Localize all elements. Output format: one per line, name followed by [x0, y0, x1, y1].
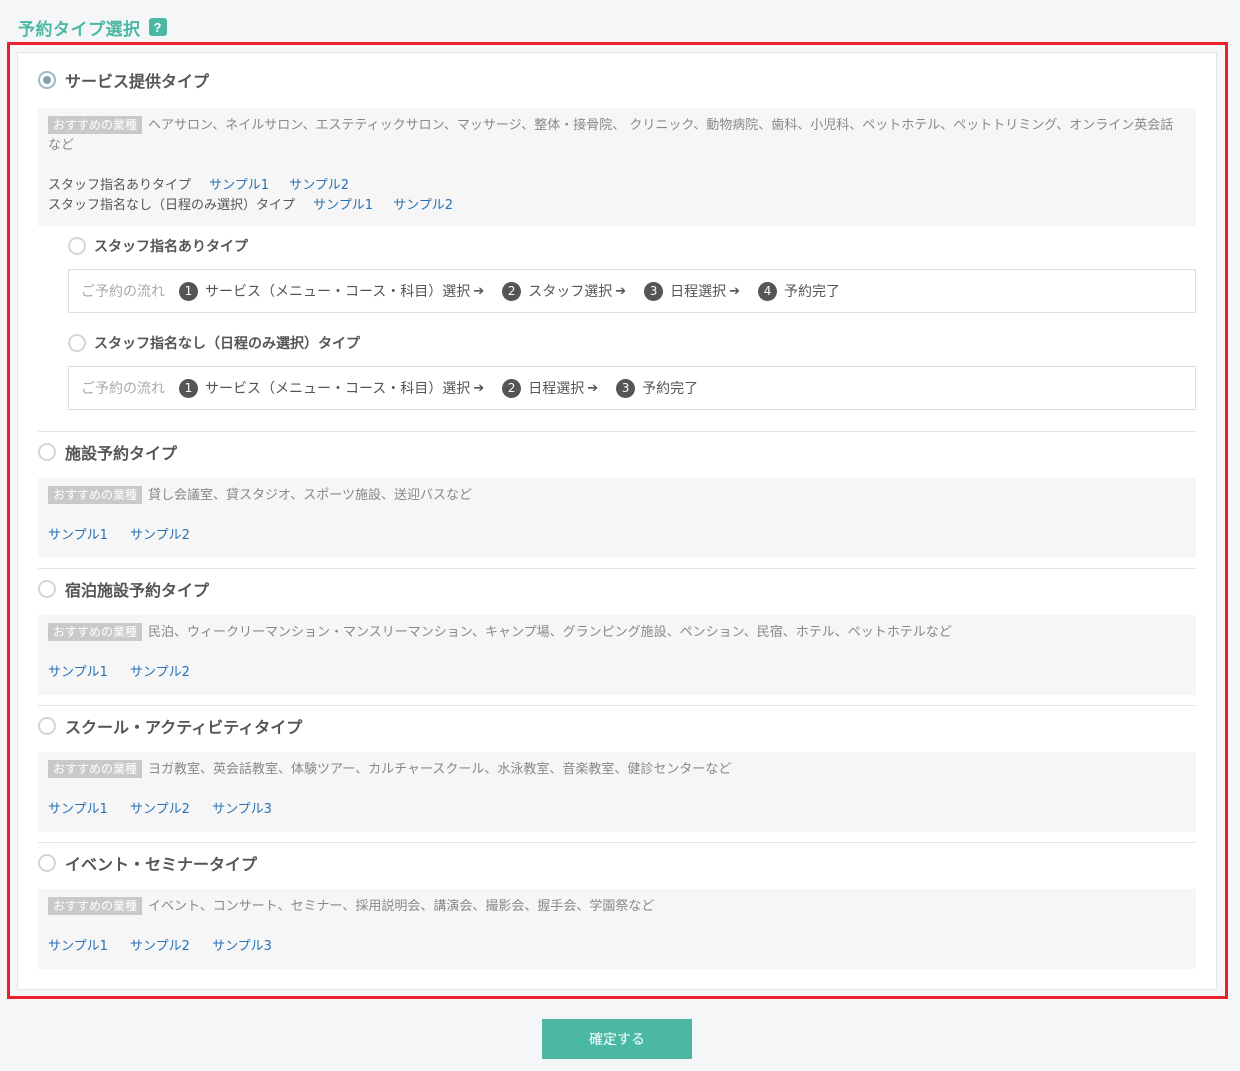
sample-link-2[interactable]: サンプル2: [130, 939, 190, 954]
option-event-type[interactable]: イベント・セミナータイプ: [38, 851, 257, 875]
school-type-industries: ヨガ教室、英会話教室、体験ツアー、カルチャースクール、水泳教室、音楽教室、健診セ…: [148, 762, 732, 777]
facility-sample-links: サンプル1 サンプル2: [48, 526, 196, 546]
school-type-title: スクール・アクティビティタイプ: [65, 718, 303, 737]
arrow-right-icon: ➔: [615, 283, 627, 299]
event-type-recommended: おすすめの業種 イベント、コンサート、セミナー、採用説明会、講演会、撮影会、握手会…: [48, 897, 1186, 917]
with-staff-radio[interactable]: [68, 237, 86, 255]
no-staff-title: スタッフ指名なし（日程のみ選択）タイプ: [94, 336, 360, 352]
sample-link-1[interactable]: サンプル1: [48, 939, 108, 954]
sample-link-1[interactable]: サンプル1: [48, 802, 108, 817]
no-staff-radio[interactable]: [68, 334, 86, 352]
lodging-type-recommended: おすすめの業種 民泊、ウィークリーマンション・マンスリーマンション、キャンプ場、グ…: [48, 623, 1186, 643]
facility-type-title: 施設予約タイプ: [65, 444, 178, 463]
school-type-recommended: おすすめの業種 ヨガ教室、英会話教室、体験ツアー、カルチャースクール、水泳教室、音…: [48, 760, 1186, 780]
arrow-right-icon: ➔: [729, 283, 741, 299]
sample-row-no-staff: スタッフ指名なし（日程のみ選択）タイプ サンプル1 サンプル2: [48, 196, 459, 216]
sample-row-label: スタッフ指名なし（日程のみ選択）タイプ: [48, 198, 296, 213]
sample-link-3[interactable]: サンプル3: [212, 939, 272, 954]
step-number: 3: [616, 378, 636, 398]
event-sample-links: サンプル1 サンプル2 サンプル3: [48, 937, 278, 957]
sample-row-with-staff: スタッフ指名ありタイプ サンプル1 サンプル2: [48, 176, 355, 196]
step-number: 4: [758, 281, 778, 301]
section-header: 予約タイプ選択 ?: [18, 14, 167, 40]
event-type-title: イベント・セミナータイプ: [65, 855, 258, 874]
option-lodging-type[interactable]: 宿泊施設予約タイプ: [38, 577, 209, 601]
arrow-right-icon: ➔: [587, 380, 599, 396]
sample-link-2[interactable]: サンプル2: [393, 198, 453, 213]
step-text: サービス（メニュー・コース・科目）選択: [205, 284, 471, 300]
confirm-button[interactable]: 確定する: [542, 1019, 692, 1059]
lodging-type-info: おすすめの業種 民泊、ウィークリーマンション・マンスリーマンション、キャンプ場、グ…: [38, 615, 1196, 695]
lodging-type-radio[interactable]: [38, 580, 56, 598]
flow-label: ご予約の流れ: [81, 381, 165, 397]
sample-link-1[interactable]: サンプル1: [313, 198, 373, 213]
service-type-radio[interactable]: [38, 71, 56, 89]
sample-link-1[interactable]: サンプル1: [48, 665, 108, 680]
school-type-info: おすすめの業種 ヨガ教室、英会話教室、体験ツアー、カルチャースクール、水泳教室、音…: [38, 752, 1196, 832]
flow-no-staff: ご予約の流れ 1 サービス（メニュー・コース・科目）選択 ➔ 2 日程選択 ➔ …: [68, 366, 1196, 410]
divider: [38, 842, 1196, 843]
event-type-industries: イベント、コンサート、セミナー、採用説明会、講演会、撮影会、握手会、学園祭など: [148, 899, 655, 914]
school-type-radio[interactable]: [38, 717, 56, 735]
flow-with-staff: ご予約の流れ 1 サービス（メニュー・コース・科目）選択 ➔ 2 スタッフ選択 …: [68, 269, 1196, 313]
sample-row-label: スタッフ指名ありタイプ: [48, 178, 192, 193]
sample-link-2[interactable]: サンプル2: [130, 665, 190, 680]
recommended-tag: おすすめの業種: [48, 116, 143, 134]
recommended-tag: おすすめの業種: [48, 760, 143, 778]
step-text: スタッフ選択: [528, 284, 613, 300]
step-number: 3: [644, 281, 664, 301]
sample-link-3[interactable]: サンプル3: [212, 802, 272, 817]
service-type-industries-cont: など: [48, 138, 75, 153]
divider: [38, 568, 1196, 569]
lodging-sample-links: サンプル1 サンプル2: [48, 663, 196, 683]
event-type-radio[interactable]: [38, 854, 56, 872]
option-school-type[interactable]: スクール・アクティビティタイプ: [38, 714, 302, 738]
school-sample-links: サンプル1 サンプル2 サンプル3: [48, 800, 278, 820]
sample-link-2[interactable]: サンプル2: [289, 178, 349, 193]
flow-label: ご予約の流れ: [81, 284, 165, 300]
lodging-type-industries: 民泊、ウィークリーマンション・マンスリーマンション、キャンプ場、グランピング施設…: [148, 625, 952, 640]
service-type-industries: ヘアサロン、ネイルサロン、エステティックサロン、マッサージ、整体・接骨院、 クリ…: [148, 118, 1174, 133]
help-icon[interactable]: ?: [148, 18, 167, 36]
step-number: 1: [179, 378, 198, 398]
step-number: 1: [179, 281, 198, 301]
recommended-tag: おすすめの業種: [48, 623, 143, 641]
option-no-staff[interactable]: スタッフ指名なし（日程のみ選択）タイプ: [68, 332, 360, 354]
sample-link-2[interactable]: サンプル2: [130, 802, 190, 817]
page-title: 予約タイプ選択: [18, 19, 141, 40]
recommended-tag: おすすめの業種: [48, 897, 143, 915]
step-text: 予約完了: [642, 381, 699, 397]
step-number: 2: [502, 378, 522, 398]
sample-link-1[interactable]: サンプル1: [48, 528, 108, 543]
service-type-title: サービス提供タイプ: [65, 72, 210, 91]
option-facility-type[interactable]: 施設予約タイプ: [38, 440, 177, 464]
step-text: 日程選択: [528, 381, 585, 397]
facility-type-info: おすすめの業種 貸し会議室、貸スタジオ、スポーツ施設、送迎バスなど サンプル1 サ…: [38, 478, 1196, 558]
event-type-info: おすすめの業種 イベント、コンサート、セミナー、採用説明会、講演会、撮影会、握手会…: [38, 889, 1196, 969]
step-text: 予約完了: [784, 284, 841, 300]
divider: [38, 431, 1196, 432]
facility-type-recommended: おすすめの業種 貸し会議室、貸スタジオ、スポーツ施設、送迎バスなど: [48, 486, 1186, 506]
facility-type-radio[interactable]: [38, 443, 56, 461]
with-staff-title: スタッフ指名ありタイプ: [94, 239, 248, 255]
option-service-type[interactable]: サービス提供タイプ: [38, 68, 209, 92]
sample-link-1[interactable]: サンプル1: [209, 178, 269, 193]
service-type-recommended: おすすめの業種 ヘアサロン、ネイルサロン、エステティックサロン、マッサージ、整体・…: [48, 116, 1186, 136]
facility-type-industries: 貸し会議室、貸スタジオ、スポーツ施設、送迎バスなど: [148, 488, 472, 503]
option-with-staff[interactable]: スタッフ指名ありタイプ: [68, 235, 248, 257]
lodging-type-title: 宿泊施設予約タイプ: [65, 581, 210, 600]
arrow-right-icon: ➔: [473, 380, 485, 396]
step-number: 2: [502, 281, 522, 301]
step-text: サービス（メニュー・コース・科目）選択: [205, 381, 471, 397]
sample-link-2[interactable]: サンプル2: [130, 528, 190, 543]
arrow-right-icon: ➔: [473, 283, 485, 299]
service-type-info: おすすめの業種 ヘアサロン、ネイルサロン、エステティックサロン、マッサージ、整体・…: [38, 108, 1196, 226]
step-text: 日程選択: [670, 284, 727, 300]
recommended-tag: おすすめの業種: [48, 486, 143, 504]
divider: [38, 705, 1196, 706]
